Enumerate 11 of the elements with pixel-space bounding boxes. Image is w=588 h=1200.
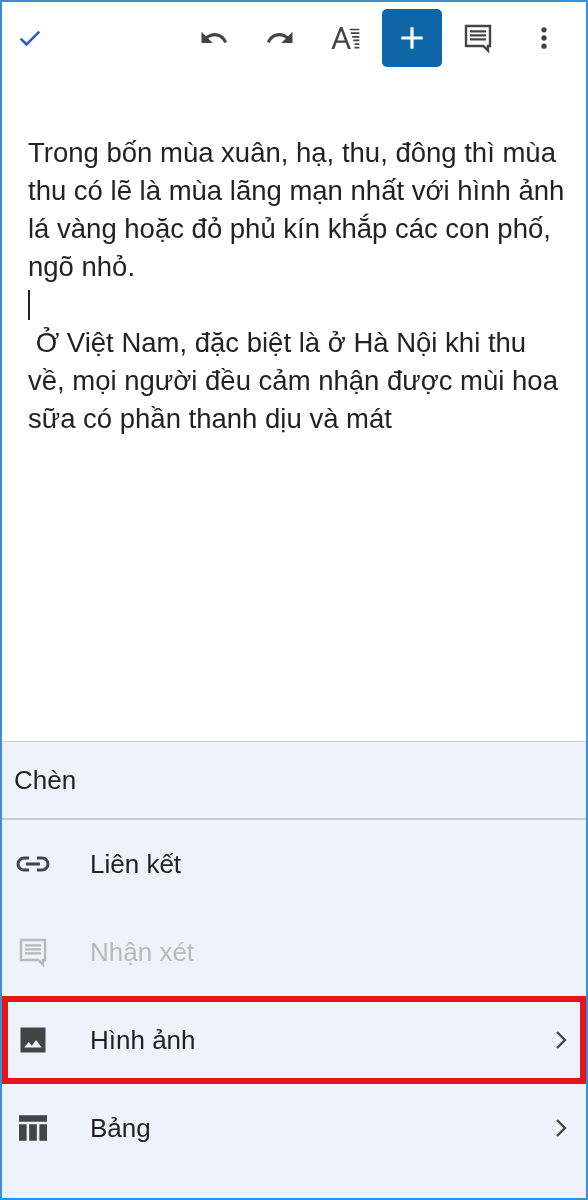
comment-icon bbox=[462, 22, 494, 54]
link-icon bbox=[16, 854, 50, 874]
menu-title: Chèn bbox=[14, 764, 77, 796]
more-icon bbox=[539, 24, 549, 52]
table-icon bbox=[16, 1114, 50, 1142]
menu-item[interactable]: Bảng bbox=[2, 1084, 586, 1172]
insert-button[interactable] bbox=[382, 9, 442, 67]
paragraph: Ở Việt Nam, đặc biệt là ở Hà Nội khi thu về, mọi người đều cảm nhận được mùi hoa sữa có phần thanh dịu và mát bbox=[28, 326, 559, 436]
menu-item[interactable]: Liên kết bbox=[2, 820, 586, 908]
menu-item[interactable]: Hình ảnh bbox=[2, 996, 586, 1084]
paragraph: Trong bốn mùa xuân, hạ, thu, đông thì mùa thu có lẽ là mùa lãng mạn nhất với hình ảnh lá vàng hoặc đỏ phủ kín khắp các con phố, ngõ nhỏ. bbox=[28, 136, 566, 284]
